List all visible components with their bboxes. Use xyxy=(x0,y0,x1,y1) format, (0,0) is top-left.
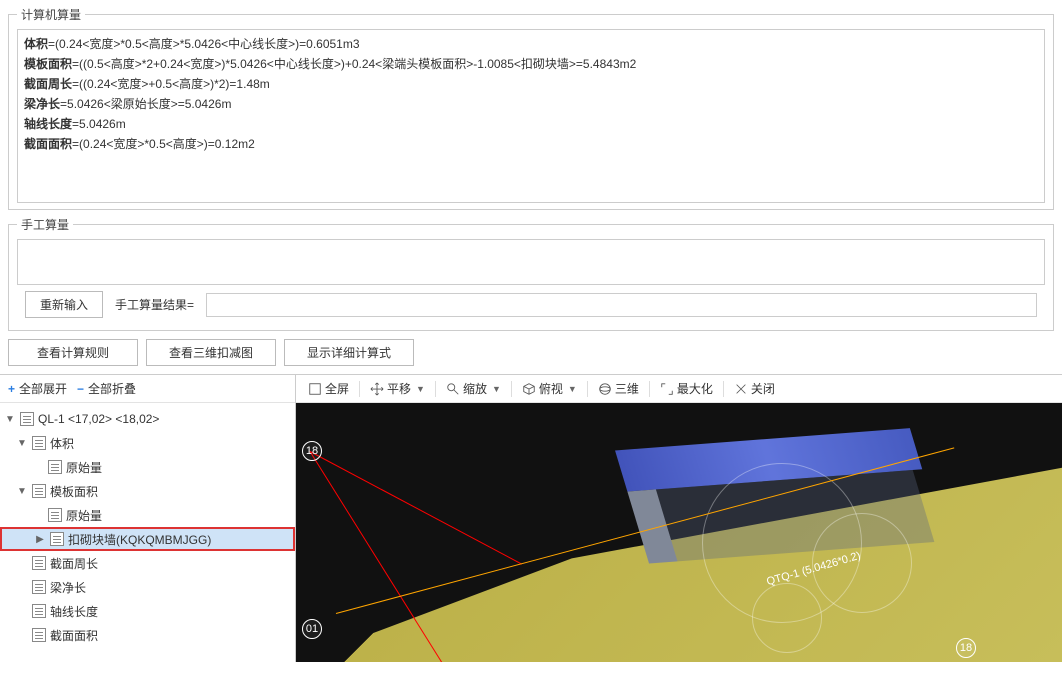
plus-icon: + xyxy=(8,382,15,396)
zoom-icon xyxy=(446,382,460,396)
doc-icon xyxy=(32,604,46,618)
doc-icon xyxy=(32,628,46,642)
tree-axis-len[interactable]: ▶轴线长度 xyxy=(0,599,295,623)
action-button-row: 查看计算规则 查看三维扣减图 显示详细计算式 xyxy=(0,337,1062,374)
close-icon xyxy=(734,382,748,396)
node-01: 01 xyxy=(302,619,322,639)
maximize-button[interactable]: 最大化 xyxy=(656,380,717,397)
manual-calc-title: 手工算量 xyxy=(17,216,73,233)
view-calc-rule-button[interactable]: 查看计算规则 xyxy=(8,339,138,366)
doc-icon xyxy=(32,484,46,498)
doc-icon xyxy=(50,532,64,546)
computer-calc-text: 体积=(0.24<宽度>*0.5<高度>*5.0426<中心线长度>)=0.60… xyxy=(17,29,1045,203)
pan-button[interactable]: 平移▼ xyxy=(366,380,429,397)
manual-result-input[interactable] xyxy=(206,293,1037,317)
manual-calc-input-area[interactable] xyxy=(17,239,1045,285)
node-18b: 18 xyxy=(956,638,976,658)
show-detail-formula-button[interactable]: 显示详细计算式 xyxy=(284,339,414,366)
close-button[interactable]: 关闭 xyxy=(730,380,779,397)
doc-icon xyxy=(48,508,62,522)
doc-icon xyxy=(32,436,46,450)
doc-icon xyxy=(48,460,62,474)
tree-formwork[interactable]: ▼模板面积 xyxy=(0,479,295,503)
manual-calc-panel: 手工算量 重新输入 手工算量结果= xyxy=(8,216,1054,331)
minus-icon: − xyxy=(77,382,84,396)
doc-icon xyxy=(32,580,46,594)
tree-root[interactable]: ▼QL-1 <17,02> <18,02> xyxy=(0,407,295,431)
computer-calc-panel: 计算机算量 体积=(0.24<宽度>*0.5<高度>*5.0426<中心线长度>… xyxy=(8,6,1054,210)
reinput-button[interactable]: 重新输入 xyxy=(25,291,103,318)
computer-calc-title: 计算机算量 xyxy=(17,6,85,23)
tree-section-area[interactable]: ▶截面面积 xyxy=(0,623,295,647)
pan-icon xyxy=(370,382,384,396)
tree-panel: + 全部展开 − 全部折叠 ▼QL-1 <17,02> <18,02> ▼体积 … xyxy=(0,375,296,662)
doc-icon xyxy=(20,412,34,426)
3d-button[interactable]: 三维 xyxy=(594,380,643,397)
doc-icon xyxy=(32,556,46,570)
fullscreen-button[interactable]: 全屏 xyxy=(304,380,353,397)
maximize-icon xyxy=(660,382,674,396)
zoom-button[interactable]: 缩放▼ xyxy=(442,380,505,397)
view-3d-deduct-button[interactable]: 查看三维扣减图 xyxy=(146,339,276,366)
viewer-panel: 全屏 平移▼ 缩放▼ 俯视▼ 三维 最大化 关闭 18 01 18 QTQ-1 … xyxy=(296,375,1062,662)
node-18: 18 xyxy=(302,441,322,461)
tree-raw-1[interactable]: ▶原始量 xyxy=(0,455,295,479)
cube-icon xyxy=(522,382,536,396)
tree-raw-2[interactable]: ▶原始量 xyxy=(0,503,295,527)
tree-net-len[interactable]: ▶梁净长 xyxy=(0,575,295,599)
tree-volume[interactable]: ▼体积 xyxy=(0,431,295,455)
3d-viewport[interactable]: 18 01 18 QTQ-1 (5.0426*0.2) xyxy=(296,403,1062,662)
sphere-icon xyxy=(598,382,612,396)
expand-all-button[interactable]: + 全部展开 xyxy=(8,380,67,397)
manual-result-label: 手工算量结果= xyxy=(115,296,194,313)
topview-button[interactable]: 俯视▼ xyxy=(518,380,581,397)
calc-tree[interactable]: ▼QL-1 <17,02> <18,02> ▼体积 ▶原始量 ▼模板面积 ▶原始… xyxy=(0,403,295,662)
tree-perimeter[interactable]: ▶截面周长 xyxy=(0,551,295,575)
fullscreen-icon xyxy=(308,382,322,396)
viewer-toolbar: 全屏 平移▼ 缩放▼ 俯视▼ 三维 最大化 关闭 xyxy=(296,375,1062,403)
collapse-all-button[interactable]: − 全部折叠 xyxy=(77,380,136,397)
tree-deduct-wall[interactable]: ▶扣砌块墙(KQKQMBMJGG) xyxy=(0,527,295,551)
